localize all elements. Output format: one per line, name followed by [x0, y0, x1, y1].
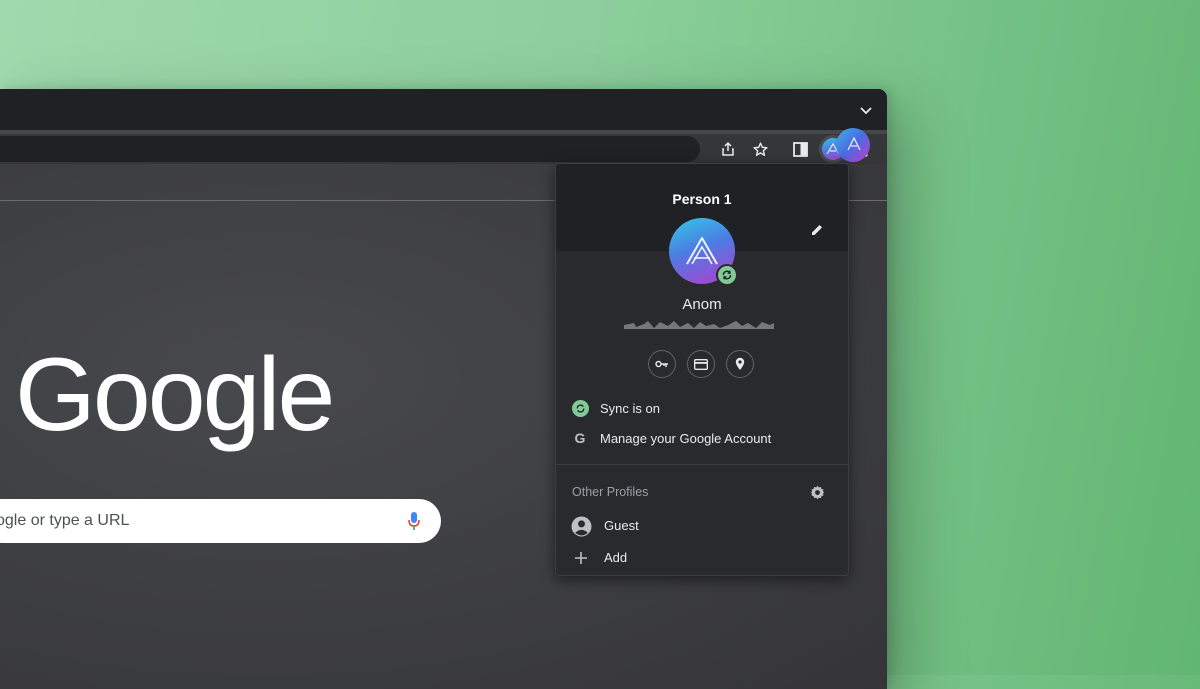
google-g-icon: G — [574, 430, 586, 446]
side-panel-button[interactable] — [789, 138, 811, 160]
add-label: Add — [604, 550, 628, 565]
plus-icon — [575, 552, 587, 564]
sync-status-row[interactable]: Sync is on — [556, 397, 848, 421]
bookmark-star-icon — [752, 141, 768, 156]
key-icon — [655, 360, 668, 368]
page-profile-avatar[interactable] — [836, 128, 870, 162]
sync-icon — [722, 270, 732, 280]
google-logo: Google — [15, 337, 335, 453]
avatar-logo-icon — [686, 237, 718, 265]
manage-account-label: Manage your Google Account — [600, 431, 772, 446]
edit-profile-button[interactable] — [807, 220, 827, 240]
share-button[interactable] — [717, 138, 739, 160]
sync-badge — [716, 264, 738, 286]
sync-icon — [571, 399, 589, 417]
tab-search-button[interactable] — [855, 99, 877, 121]
side-panel-icon — [792, 141, 808, 157]
sync-status-label: Sync is on — [600, 401, 660, 416]
quick-actions — [648, 350, 758, 378]
credit-card-icon — [694, 358, 708, 370]
account-name: Anom — [682, 296, 722, 313]
chevron-down-icon — [860, 107, 872, 115]
gear-icon — [810, 485, 824, 499]
section-divider — [556, 464, 848, 465]
manage-profiles-button[interactable] — [808, 483, 826, 501]
profile-menu: Person 1 Anom Sync is on G Manage your G… — [555, 163, 849, 576]
other-profiles-title: Other Profiles — [572, 485, 649, 499]
addresses-button[interactable] — [726, 350, 754, 378]
profile-title: Person 1 — [672, 191, 732, 207]
tab-strip — [0, 89, 887, 130]
share-icon — [722, 141, 734, 156]
passwords-button[interactable] — [648, 350, 676, 378]
toolbar — [0, 134, 887, 164]
guest-profile-row[interactable]: Guest — [556, 513, 848, 539]
bookmark-button[interactable] — [749, 138, 771, 160]
pencil-icon — [812, 225, 822, 235]
location-pin-icon — [735, 357, 745, 370]
payment-methods-button[interactable] — [687, 350, 715, 378]
person-circle-icon — [571, 516, 591, 536]
search-box[interactable]: ogle or type a URL — [0, 499, 441, 543]
guest-label: Guest — [604, 518, 639, 533]
address-bar[interactable] — [0, 136, 700, 162]
add-profile-row[interactable]: Add — [556, 545, 848, 571]
microphone-icon[interactable] — [407, 511, 421, 531]
redacted-email — [624, 321, 774, 329]
search-placeholder: ogle or type a URL — [0, 512, 130, 529]
manage-account-row[interactable]: G Manage your Google Account — [556, 427, 848, 451]
